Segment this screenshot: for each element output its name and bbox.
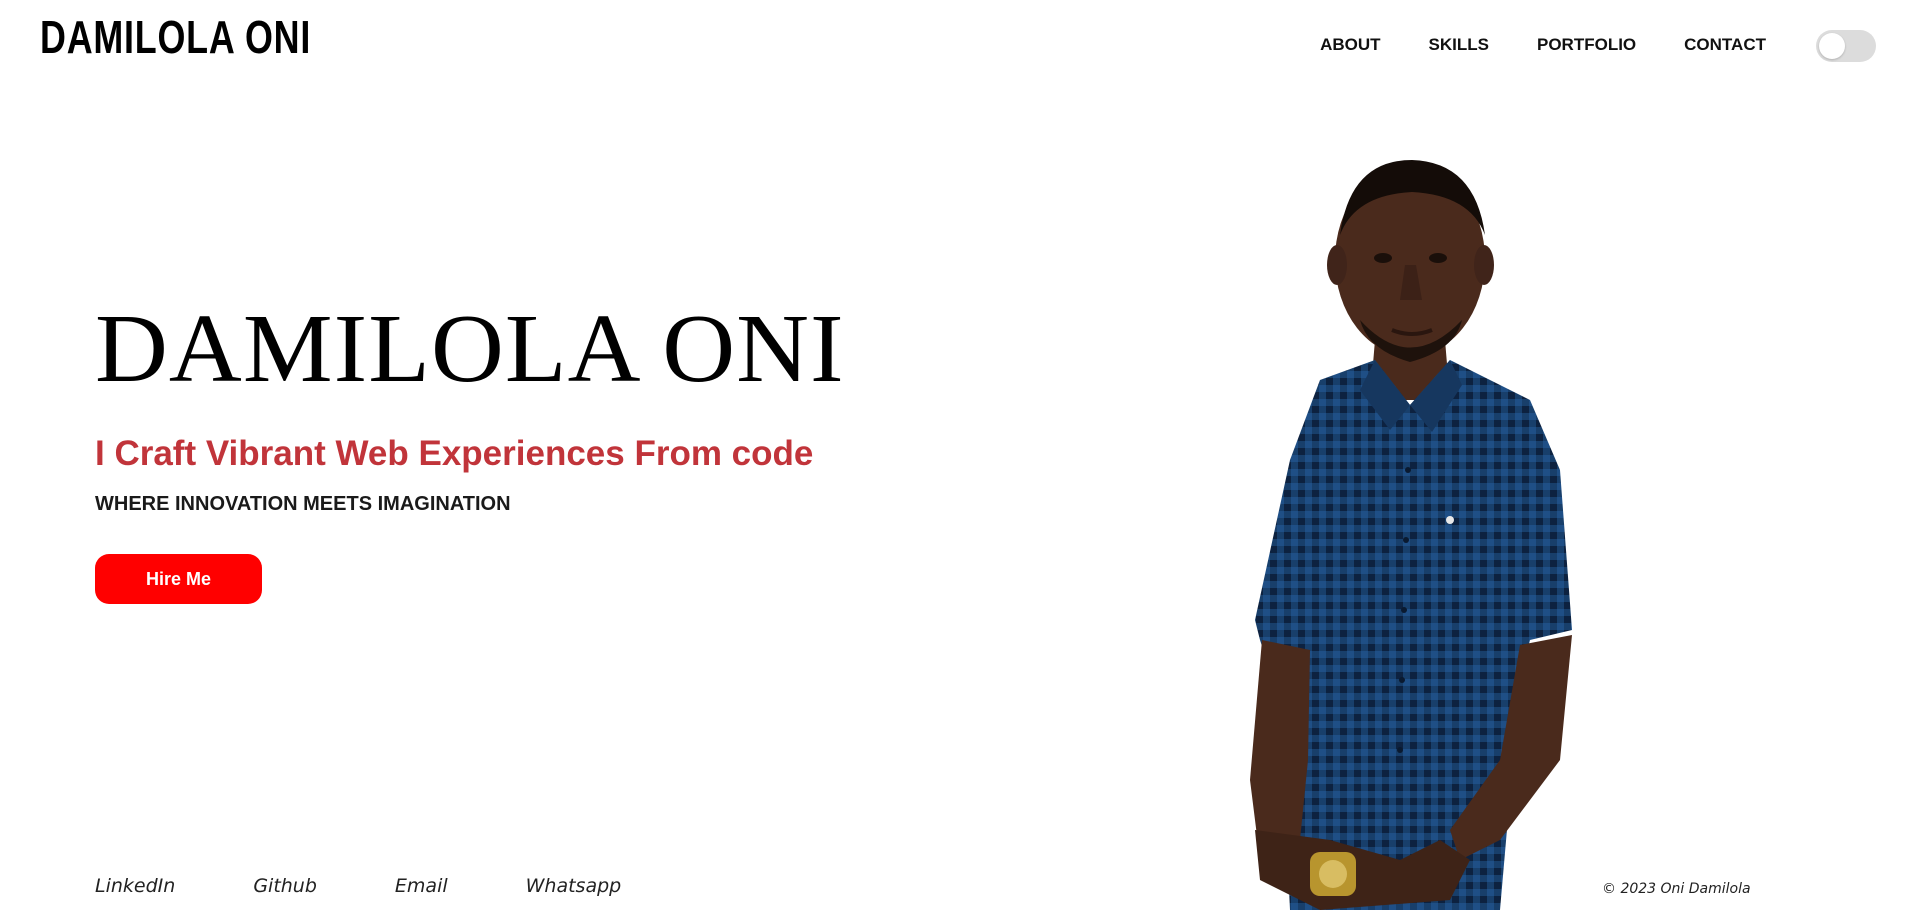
site-logo[interactable]: DAMILOLA ONI	[40, 14, 311, 60]
portrait-photo	[1250, 160, 1572, 910]
main-nav: ABOUT SKILLS PORTFOLIO CONTACT	[1272, 33, 1766, 57]
nav-contact[interactable]: CONTACT	[1684, 33, 1766, 57]
email-link[interactable]: Email	[395, 874, 448, 898]
portfolio-page: DAMILOLA ONI ABOUT SKILLS PORTFOLIO CONT…	[0, 0, 1916, 910]
hire-me-button[interactable]: Hire Me	[95, 554, 262, 604]
nav-portfolio[interactable]: PORTFOLIO	[1537, 33, 1636, 57]
hero-subtitle: WHERE INNOVATION MEETS IMAGINATION	[95, 493, 511, 515]
toggle-knob-icon	[1819, 33, 1845, 59]
whatsapp-link[interactable]: Whatsapp	[526, 874, 622, 898]
site-header: DAMILOLA ONI ABOUT SKILLS PORTFOLIO CONT…	[0, 0, 1916, 90]
nav-about[interactable]: ABOUT	[1320, 33, 1380, 57]
hero-section: DAMILOLA ONI I Craft Vibrant Web Experie…	[95, 300, 995, 604]
copyright-text: © 2023 Oni Damilola	[1602, 881, 1751, 897]
theme-toggle[interactable]	[1816, 30, 1876, 62]
linkedin-link[interactable]: LinkedIn	[95, 874, 175, 898]
social-links: LinkedIn Github Email Whatsapp	[95, 874, 699, 898]
github-link[interactable]: Github	[253, 874, 317, 898]
hero-name: DAMILOLA ONI	[95, 295, 845, 403]
hero-tagline: I Craft Vibrant Web Experiences From cod…	[95, 434, 814, 473]
nav-skills[interactable]: SKILLS	[1429, 33, 1489, 57]
